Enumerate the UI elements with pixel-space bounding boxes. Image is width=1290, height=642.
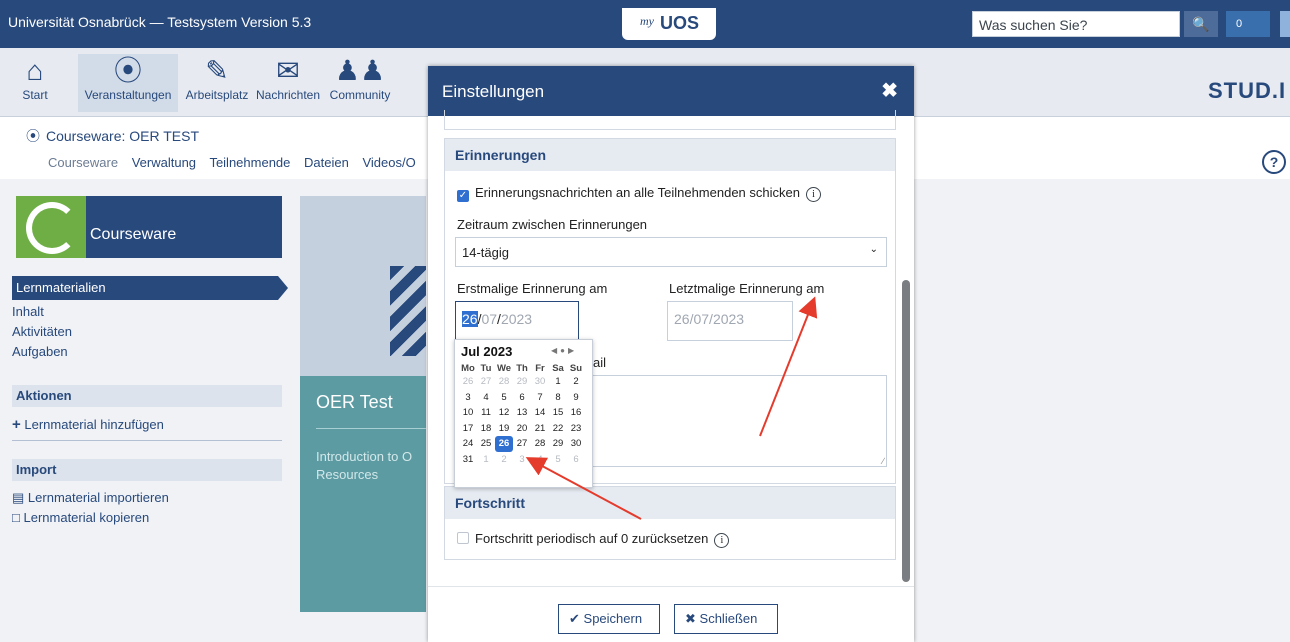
annotation-arrows <box>525 296 818 520</box>
annotation-arrow-last-date <box>759 296 818 437</box>
annotation-arrow-selected-day <box>525 457 642 520</box>
